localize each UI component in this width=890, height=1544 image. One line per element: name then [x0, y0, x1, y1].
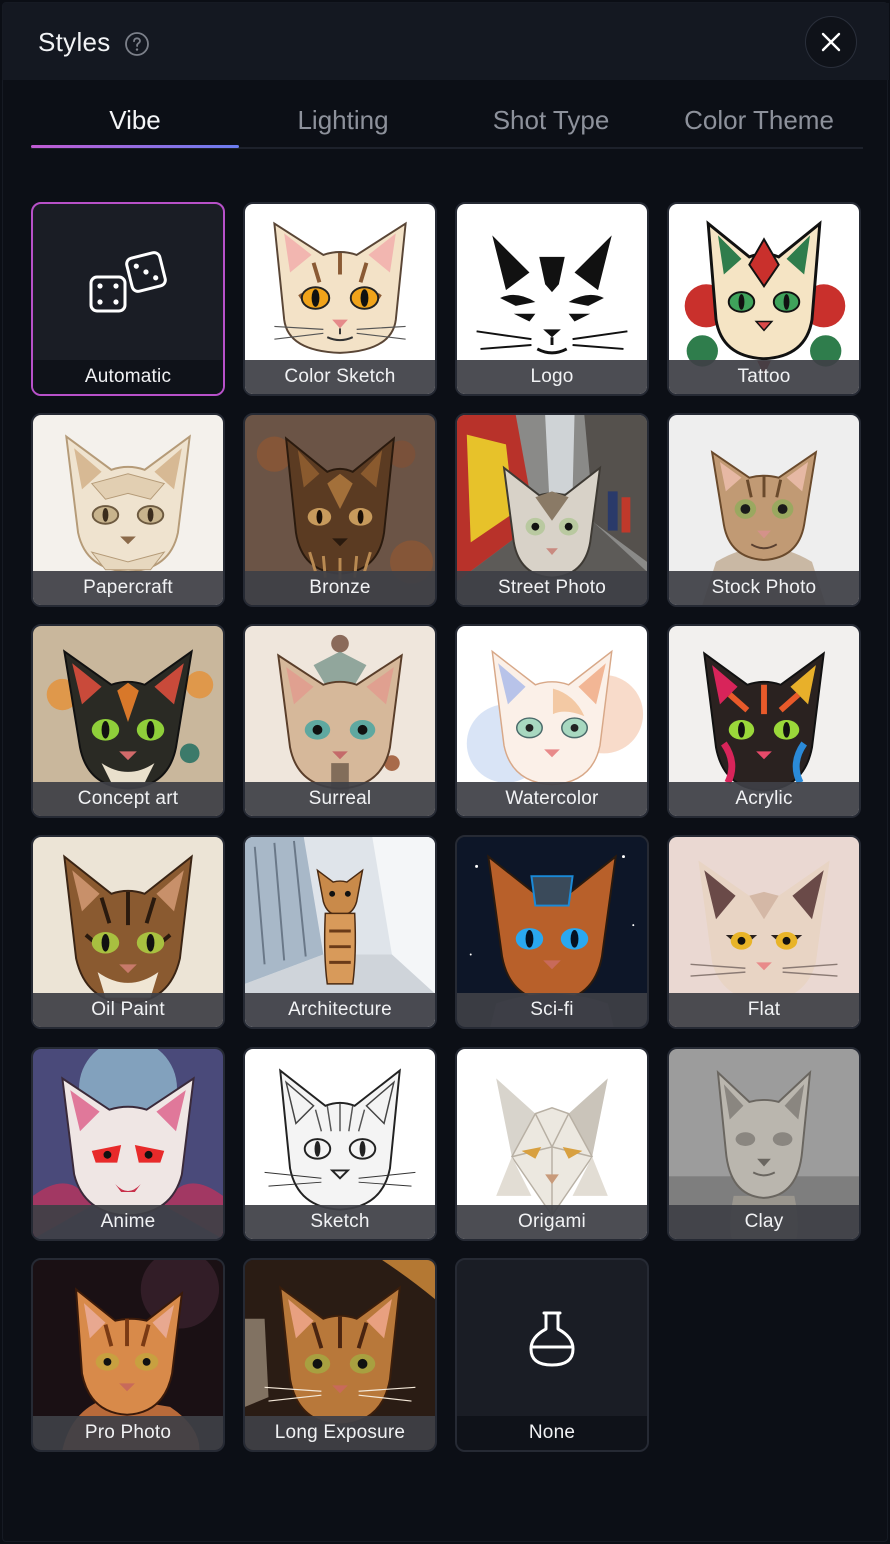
style-label: Clay — [669, 1205, 859, 1239]
style-label: Tattoo — [669, 360, 859, 394]
style-card-surreal[interactable]: Surreal — [243, 624, 437, 818]
style-label: Street Photo — [457, 571, 647, 605]
style-card-flat[interactable]: Flat — [667, 835, 861, 1029]
tab-vibe[interactable]: Vibe — [31, 99, 239, 147]
style-label: Pro Photo — [33, 1416, 223, 1450]
style-card-pro-photo[interactable]: Pro Photo — [31, 1258, 225, 1452]
help-circle-icon[interactable] — [124, 31, 150, 57]
style-card-sketch[interactable]: Sketch — [243, 1047, 437, 1241]
style-card-papercraft[interactable]: Papercraft — [31, 413, 225, 607]
flask-icon — [529, 1311, 575, 1367]
style-card-long-exposure[interactable]: Long Exposure — [243, 1258, 437, 1452]
style-label: Anime — [33, 1205, 223, 1239]
style-label: Acrylic — [669, 782, 859, 816]
style-label: Bronze — [245, 571, 435, 605]
close-button[interactable] — [805, 16, 857, 68]
style-card-acrylic[interactable]: Acrylic — [667, 624, 861, 818]
close-icon — [821, 32, 841, 52]
style-label: Color Sketch — [245, 360, 435, 394]
tab-lighting[interactable]: Lighting — [239, 99, 447, 147]
style-label: None — [457, 1416, 647, 1450]
styles-panel: Styles Vibe Lighting Shot Type Color The… — [2, 2, 889, 1542]
style-card-watercolor[interactable]: Watercolor — [455, 624, 649, 818]
style-label: Origami — [457, 1205, 647, 1239]
style-label: Stock Photo — [669, 571, 859, 605]
style-card-oil-paint[interactable]: Oil Paint — [31, 835, 225, 1029]
style-label: Logo — [457, 360, 647, 394]
style-label: Architecture — [245, 993, 435, 1027]
style-card-architecture[interactable]: Architecture — [243, 835, 437, 1029]
style-label: Automatic — [33, 360, 223, 394]
style-card-sci-fi[interactable]: Sci-fi — [455, 835, 649, 1029]
style-label: Papercraft — [33, 571, 223, 605]
style-card-clay[interactable]: Clay — [667, 1047, 861, 1241]
style-label: Watercolor — [457, 782, 647, 816]
style-card-logo[interactable]: Logo — [455, 202, 649, 396]
style-label: Concept art — [33, 782, 223, 816]
style-card-street-photo[interactable]: Street Photo — [455, 413, 649, 607]
style-card-automatic[interactable]: Automatic — [31, 202, 225, 396]
dice-icon — [89, 251, 167, 313]
style-card-concept-art[interactable]: Concept art — [31, 624, 225, 818]
active-tab-indicator — [31, 145, 239, 148]
style-card-bronze[interactable]: Bronze — [243, 413, 437, 607]
style-label: Surreal — [245, 782, 435, 816]
style-tabs: Vibe Lighting Shot Type Color Theme — [31, 99, 863, 149]
style-label: Sci-fi — [457, 993, 647, 1027]
style-card-stock-photo[interactable]: Stock Photo — [667, 413, 861, 607]
style-card-tattoo[interactable]: Tattoo — [667, 202, 861, 396]
panel-header: Styles — [3, 3, 889, 80]
style-label: Oil Paint — [33, 993, 223, 1027]
style-card-anime[interactable]: Anime — [31, 1047, 225, 1241]
style-card-none[interactable]: None — [455, 1258, 649, 1452]
style-card-origami[interactable]: Origami — [455, 1047, 649, 1241]
panel-title: Styles — [38, 27, 111, 57]
style-card-color-sketch[interactable]: Color Sketch — [243, 202, 437, 396]
tab-color-theme[interactable]: Color Theme — [655, 99, 863, 147]
style-label: Long Exposure — [245, 1416, 435, 1450]
style-label: Flat — [669, 993, 859, 1027]
tab-shot-type[interactable]: Shot Type — [447, 99, 655, 147]
style-label: Sketch — [245, 1205, 435, 1239]
